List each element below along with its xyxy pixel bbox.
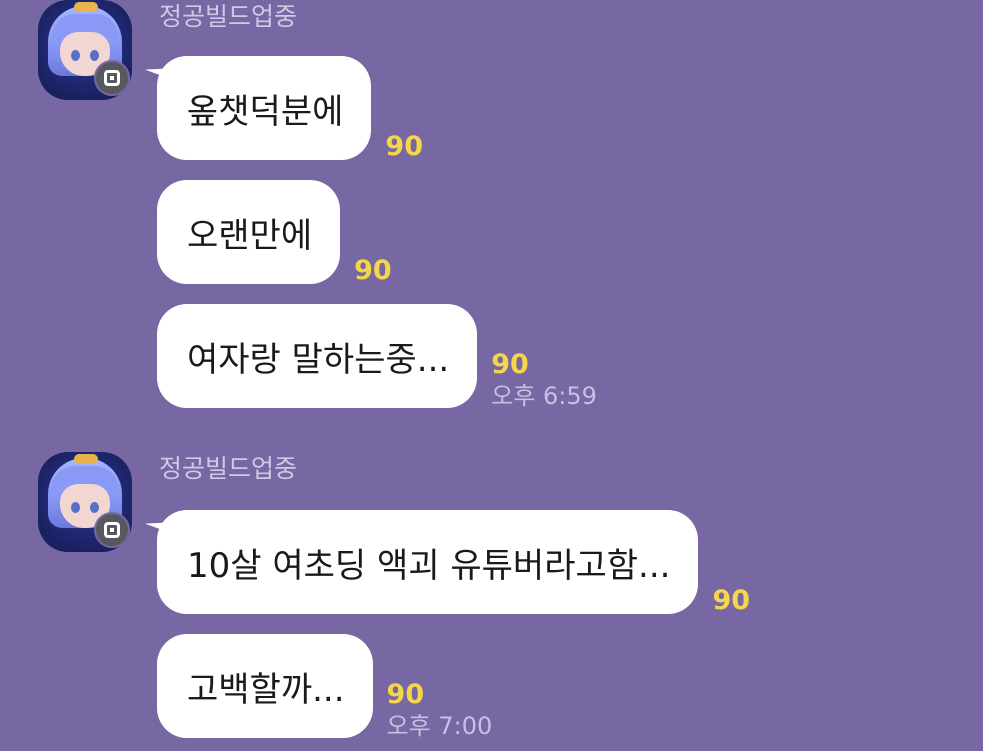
message-timestamp: 오후 6:59 (491, 382, 597, 410)
unread-count: 90 (491, 349, 529, 380)
message-bubble[interactable]: 10살 여초딩 액괴 유튜버라고함... (157, 510, 699, 614)
profile-avatar[interactable] (38, 452, 132, 552)
message-bubble[interactable]: 오랜만에 (157, 180, 341, 284)
unread-count: 90 (354, 255, 392, 286)
message-bubble[interactable]: 고백할까... (157, 634, 373, 738)
unread-count: 90 (712, 585, 751, 616)
message-row: 여자랑 말하는중... 90 오후 6:59 (157, 304, 597, 408)
unread-count: 90 (385, 131, 423, 162)
message-row: 옾챗덕분에 90 (157, 56, 423, 160)
message-timestamp: 오후 7:00 (386, 712, 493, 740)
message-bubble[interactable]: 옾챗덕분에 (157, 56, 372, 160)
message-bubble[interactable]: 여자랑 말하는중... (157, 304, 478, 408)
host-badge-icon (94, 60, 130, 96)
host-badge-icon (94, 512, 130, 548)
profile-avatar[interactable] (38, 0, 132, 100)
sender-name[interactable]: 정공빌드업중 (159, 454, 297, 484)
message-row: 고백할까... 90 오후 7:00 (157, 634, 492, 738)
message-row: 오랜만에 90 (157, 180, 392, 284)
sender-name[interactable]: 정공빌드업중 (159, 2, 297, 32)
unread-count: 90 (386, 679, 425, 710)
message-row: 10살 여초딩 액괴 유튜버라고함... 90 (157, 510, 750, 614)
